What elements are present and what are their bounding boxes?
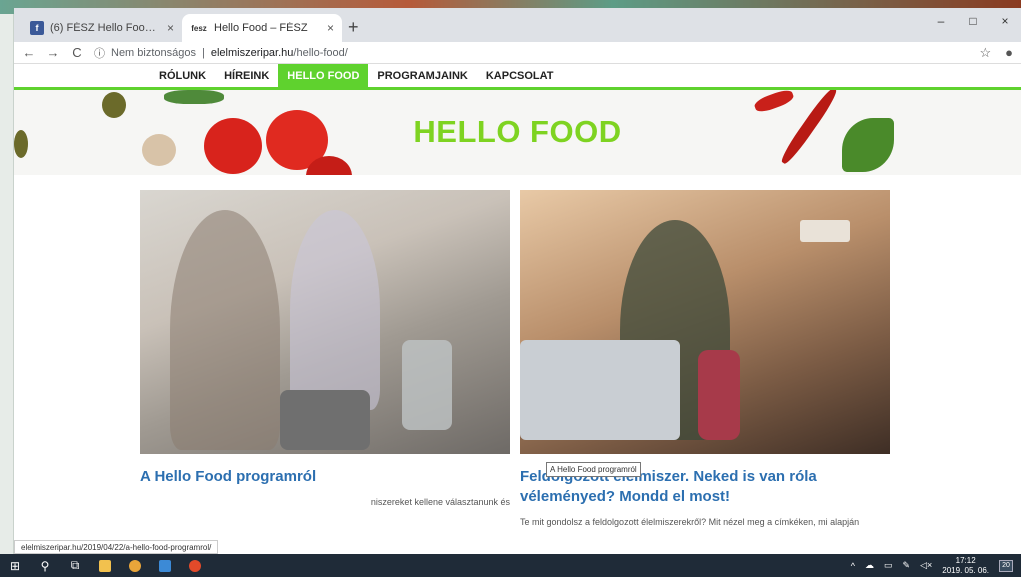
tab-title: Hello Food – FÉSZ <box>214 22 308 34</box>
chevron-up-icon[interactable]: ^ <box>851 561 855 571</box>
post-image-mother-child[interactable] <box>140 190 510 454</box>
task-view-icon[interactable]: ⧉ <box>60 554 90 577</box>
tab-facebook[interactable]: f (6) FÉSZ Hello Food - Kezdőlap × <box>22 14 182 42</box>
info-icon[interactable]: ⓘ <box>94 45 105 61</box>
close-window-button[interactable]: × <box>989 8 1021 34</box>
browser-window: f (6) FÉSZ Hello Food - Kezdőlap × fesz … <box>14 8 1021 554</box>
clock[interactable]: 17:12 2019. 05. 06. <box>942 556 989 576</box>
status-bar-url: elelmiszeripar.hu/2019/04/22/a-hello-foo… <box>14 540 219 554</box>
volume-icon[interactable]: ◁× <box>920 560 932 571</box>
search-icon[interactable]: ⚲ <box>30 554 60 577</box>
web-page: RÓLUNK HÍREINK HELLO FOOD PROGRAMJAINK K… <box>14 64 1021 554</box>
address-actions: ☆ ● <box>979 45 1013 61</box>
page-title: HELLO FOOD <box>413 114 622 149</box>
cloud-icon[interactable]: ☁ <box>865 560 874 571</box>
address-bar: ← → C ⓘ Nem biztonságos | elelmiszeripar… <box>14 42 1021 64</box>
account-icon[interactable]: ● <box>1005 45 1013 61</box>
pen-icon[interactable]: ✎ <box>903 560 911 571</box>
minimize-button[interactable]: – <box>925 8 957 34</box>
herb-image <box>164 90 224 104</box>
star-icon[interactable]: ☆ <box>979 45 991 61</box>
nav-item-hello-food[interactable]: HELLO FOOD <box>278 64 369 89</box>
app-icon[interactable] <box>180 554 210 577</box>
nav-item-rolunk[interactable]: RÓLUNK <box>150 64 215 89</box>
window-controls: – □ × <box>925 8 1021 34</box>
windows-taskbar: ⊞ ⚲ ⧉ ^ ☁ ▭ ✎ ◁× 17:12 2019. 05. 06. 20 <box>0 554 1021 577</box>
url-path: /hello-food/ <box>293 46 348 59</box>
windows-start-icon[interactable]: ⊞ <box>0 554 30 577</box>
tooltip: A Hello Food programról <box>546 462 641 477</box>
desktop-wallpaper-left <box>0 14 14 554</box>
system-tray: ^ ☁ ▭ ✎ ◁× 17:12 2019. 05. 06. 20 <box>851 556 1021 576</box>
network-icon[interactable]: ▭ <box>884 560 893 571</box>
forward-icon[interactable]: → <box>46 45 60 60</box>
close-icon[interactable]: × <box>327 21 334 35</box>
close-icon[interactable]: × <box>167 21 174 35</box>
chili-image <box>752 90 796 115</box>
hero-banner: HELLO FOOD <box>14 90 1021 175</box>
file-explorer-icon[interactable] <box>90 554 120 577</box>
post-excerpt: Te mit gondolsz a feldolgozott élelmisze… <box>520 517 860 527</box>
security-label: Nem biztonságos <box>111 46 196 59</box>
tab-hello-food[interactable]: fesz Hello Food – FÉSZ × <box>182 14 342 42</box>
clock-time: 17:12 <box>955 555 976 565</box>
facebook-icon: f <box>30 21 44 35</box>
back-icon[interactable]: ← <box>22 45 36 60</box>
tab-bar: f (6) FÉSZ Hello Food - Kezdőlap × fesz … <box>14 8 1021 42</box>
notification-icon[interactable]: 20 <box>999 559 1013 572</box>
app-icon[interactable] <box>150 554 180 577</box>
post-excerpt: niszereket kellene választanunk és <box>370 497 510 507</box>
url-separator: | <box>202 46 205 59</box>
post-image-woman-laptop[interactable] <box>520 190 890 454</box>
tab-title: (6) FÉSZ Hello Food - Kezdőlap <box>50 22 161 34</box>
reload-icon[interactable]: C <box>70 45 84 60</box>
maximize-button[interactable]: □ <box>957 8 989 34</box>
url-host: elelmiszeripar.hu <box>210 46 294 59</box>
chrome-icon[interactable] <box>120 554 150 577</box>
clock-date: 2019. 05. 06. <box>942 565 989 575</box>
url-field[interactable]: ⓘ Nem biztonságos | elelmiszeripar.hu/he… <box>94 45 969 61</box>
post-title[interactable]: A Hello Food programról <box>140 467 510 487</box>
nav-item-hireink[interactable]: HÍREINK <box>215 64 278 89</box>
nav-item-programjaink[interactable]: PROGRAMJAINK <box>368 64 476 89</box>
site-navigation: RÓLUNK HÍREINK HELLO FOOD PROGRAMJAINK K… <box>14 64 1021 90</box>
new-tab-button[interactable]: + <box>348 17 359 38</box>
fesz-logo-icon: fesz <box>191 23 207 33</box>
post-card[interactable]: A Hello Food programról niszereket kelle… <box>140 190 510 507</box>
nav-item-kapcsolat[interactable]: KAPCSOLAT <box>477 64 563 89</box>
